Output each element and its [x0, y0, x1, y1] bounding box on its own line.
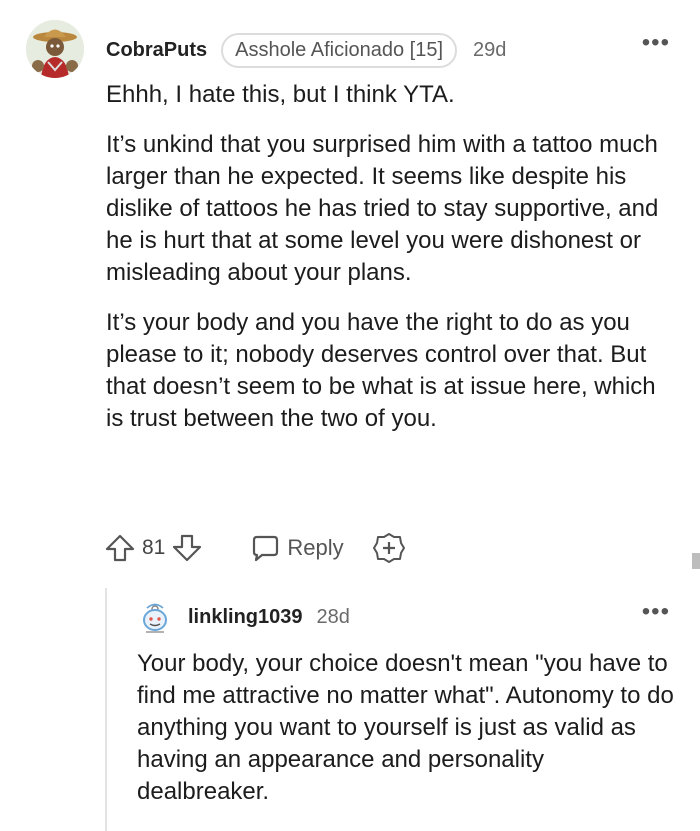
reply-body: Your body, your choice doesn't mean "you…	[137, 650, 674, 805]
reply-label: Reply	[287, 535, 344, 560]
snoo-avatar-icon	[143, 603, 167, 633]
comment-actions: 81 Reply	[104, 530, 406, 566]
comment-age: 29d	[473, 38, 507, 61]
downvote-icon[interactable]	[171, 532, 203, 564]
username[interactable]: CobraPuts	[106, 39, 207, 62]
reply-icon	[253, 535, 279, 562]
reply-username[interactable]: linkling1039	[188, 606, 303, 629]
vote-count: 81	[142, 536, 166, 559]
comment-paragraph: Ehhh, I hate this, but I think YTA.	[106, 81, 455, 108]
avatar-image	[26, 20, 84, 78]
reply-meta: linkling1039 28d	[188, 606, 350, 629]
scroll-indicator	[692, 553, 700, 569]
avatar[interactable]	[26, 20, 84, 78]
comment-meta: CobraPuts Asshole Aficionado [15] 29d	[106, 31, 506, 69]
reply-more-dots-icon[interactable]: •••	[642, 600, 670, 624]
reply-avatar[interactable]	[138, 600, 172, 634]
upvote-icon[interactable]	[104, 532, 136, 564]
comment-paragraph: It’s your body and you have the right to…	[106, 309, 656, 432]
more-dots-icon[interactable]: •••	[642, 31, 670, 55]
comment-paragraph: It’s unkind that you surprised him with …	[106, 131, 659, 286]
reply-age: 28d	[316, 606, 350, 628]
thread-line[interactable]	[105, 588, 107, 831]
user-flair: Asshole Aficionado [15]	[221, 32, 458, 68]
comment-body: Ehhh, I hate this, but I think YTA. It’s…	[106, 79, 676, 453]
reply-button[interactable]: Reply	[249, 532, 344, 564]
award-plus-icon[interactable]	[372, 531, 406, 565]
